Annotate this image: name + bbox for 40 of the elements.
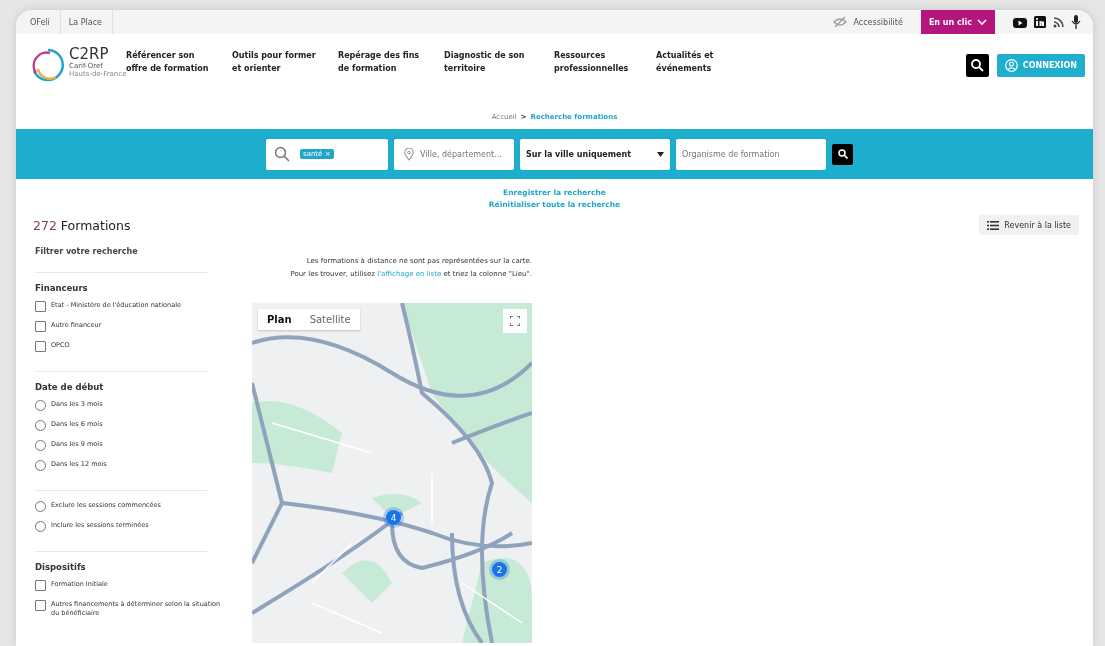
search-button[interactable] xyxy=(965,54,989,77)
search-icon xyxy=(970,59,984,72)
list-view-button[interactable]: Revenir à la liste xyxy=(979,215,1079,235)
nav-link[interactable]: Ressources professionnelles xyxy=(554,49,638,75)
fullscreen-button[interactable] xyxy=(503,309,527,333)
nav-link[interactable]: Repérage des fins de formation xyxy=(338,49,426,75)
location-pin-icon xyxy=(404,147,414,161)
location-field[interactable]: Ville, département... xyxy=(394,138,514,170)
map-type-tab[interactable]: Satellite xyxy=(300,309,360,330)
nav-link[interactable]: Référencer son offre de formation xyxy=(126,49,214,75)
filter-title: Filtrer votre recherche xyxy=(35,247,139,258)
logo-title: C2RP xyxy=(69,47,110,62)
search-button[interactable] xyxy=(832,143,853,165)
nav-link[interactable]: Actualités et événements xyxy=(656,49,726,75)
dropdown-caret-icon xyxy=(657,151,664,157)
video-icon[interactable] xyxy=(1013,16,1027,28)
swirl-logo-icon xyxy=(30,47,66,83)
organism-field[interactable]: Organisme de formation xyxy=(676,138,826,170)
user-circle-icon xyxy=(1004,59,1018,72)
eye-slash-icon xyxy=(833,16,848,28)
microphone-icon[interactable] xyxy=(1071,15,1081,29)
filter-group-title: Dispositifs xyxy=(35,562,87,572)
search-icon xyxy=(274,146,290,162)
list-icon xyxy=(987,220,1000,230)
scope-select[interactable]: Sur la ville uniquement xyxy=(520,138,670,170)
rss-icon[interactable] xyxy=(1053,16,1064,28)
map-type-tab[interactable]: Plan xyxy=(258,309,301,330)
filter-group-title: Date de début xyxy=(35,382,105,392)
results-title: 272 Formations xyxy=(33,217,131,233)
linkedin-icon[interactable] xyxy=(1034,16,1046,28)
top-link[interactable]: OFeli xyxy=(22,10,61,34)
search-icon xyxy=(837,149,848,159)
quick-menu-button[interactable]: En un clic xyxy=(920,10,995,34)
fullscreen-icon xyxy=(510,316,520,326)
chevron-down-icon xyxy=(977,18,987,26)
top-link[interactable]: La Place xyxy=(60,10,113,34)
nav-link[interactable]: Diagnostic de son territoire xyxy=(444,49,536,75)
nav-link[interactable]: Outils pour former et orienter xyxy=(232,49,320,75)
filter-group-title: Financeurs xyxy=(35,283,89,293)
accessibility-link[interactable]: Accessibilité xyxy=(833,16,903,28)
